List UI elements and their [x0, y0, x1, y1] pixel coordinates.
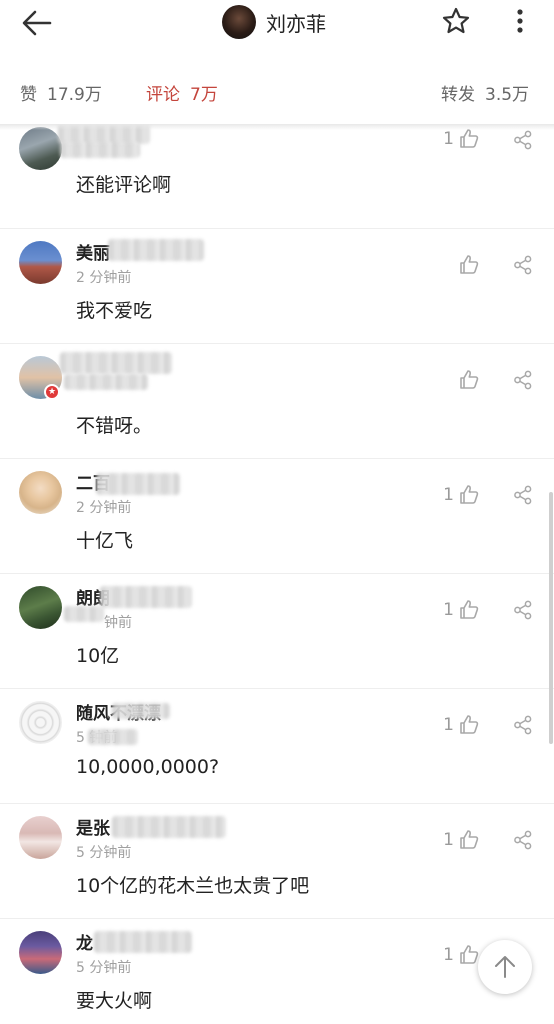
like-button[interactable]: 1 [440, 829, 480, 851]
profile-title[interactable]: 刘亦菲 [222, 4, 326, 40]
blurred-username [64, 374, 148, 390]
tab-likes[interactable]: 赞 17.9万 [20, 80, 102, 105]
more-vertical-icon[interactable] [510, 6, 530, 36]
like-count: 1 [443, 715, 454, 735]
thumbs-up-icon [460, 485, 479, 504]
share-icon[interactable] [513, 600, 533, 620]
like-button[interactable]: 1 [440, 599, 480, 621]
comment-text: 要大火啊 [76, 990, 153, 1012]
avatar[interactable] [19, 127, 62, 170]
comment-text: 10,0000,0000? [76, 756, 220, 778]
avatar[interactable] [19, 586, 62, 629]
like-button[interactable] [440, 254, 480, 276]
comment-text: 不错呀。 [76, 415, 153, 437]
comment-item: 是张 5 分钟前 10个亿的花木兰也太贵了吧 1 [0, 804, 554, 919]
comment-item: 随风不漂漂 5 钟前 10,0000,0000? 1 [0, 689, 554, 804]
like-count: 1 [443, 945, 454, 965]
tab-reposts[interactable]: 转发 3.5万 [441, 80, 529, 105]
comment-item: ★ 不错呀。 [0, 344, 554, 459]
blurred-username [112, 703, 170, 719]
share-icon[interactable] [513, 370, 533, 390]
comment-item: 龙 5 分钟前 要大火啊 1 [0, 919, 554, 1024]
comment-time: 2 分钟前 [76, 270, 132, 286]
tab-likes-count: 17.9万 [47, 85, 102, 105]
star-outline-icon[interactable] [441, 6, 471, 36]
page-title: 刘亦菲 [266, 11, 326, 36]
scrollbar[interactable] [549, 492, 553, 744]
tab-reposts-label: 转发 [441, 85, 475, 105]
avatar[interactable] [19, 471, 62, 514]
comment-item: 二百 2 分钟前 十亿飞 1 [0, 459, 554, 574]
tabs-divider [0, 124, 554, 130]
blurred-username [96, 473, 180, 495]
comment-time: 钟前 [104, 615, 132, 631]
username[interactable]: 美丽 [76, 239, 110, 264]
avatar[interactable] [19, 931, 62, 974]
comment-list[interactable]: 还能评论啊 1 美丽 2 分钟前 我不爱吃 ★ 不错呀。 二百 2 分钟前 十亿… [0, 124, 554, 1024]
comment-time: 5 分钟前 [76, 845, 132, 861]
thumbs-up-icon [460, 830, 479, 849]
share-icon[interactable] [513, 485, 533, 505]
like-count: 1 [443, 830, 454, 850]
thumbs-up-icon [460, 600, 479, 619]
share-icon[interactable] [513, 830, 533, 850]
blurred-username [100, 586, 192, 608]
blurred-username [64, 606, 104, 622]
share-icon[interactable] [513, 715, 533, 735]
comment-time: 5 分钟前 [76, 960, 132, 976]
comment-text: 10个亿的花木兰也太贵了吧 [76, 875, 310, 897]
like-count: 1 [443, 485, 454, 505]
top-bar: 刘亦菲 [0, 0, 554, 46]
thumbs-up-icon [460, 945, 479, 964]
username[interactable]: 龙 [76, 929, 93, 954]
blurred-username [94, 931, 192, 953]
comment-item: 还能评论啊 1 [0, 124, 554, 229]
scroll-to-top-button[interactable] [478, 940, 532, 994]
comment-item: 朗朗 钟前 10亿 1 [0, 574, 554, 689]
comment-text: 还能评论啊 [76, 174, 172, 196]
tab-comments-label: 评论 [146, 85, 180, 105]
comment-text: 我不爱吃 [76, 300, 153, 322]
blurred-username [112, 816, 226, 838]
title-avatar [222, 5, 256, 39]
stats-tabs: 赞 17.9万 评论 7万 转发 3.5万 [0, 46, 554, 124]
blurred-time [88, 729, 138, 745]
arrow-left-icon[interactable] [20, 8, 56, 38]
vip-badge-icon: ★ [44, 384, 60, 400]
tab-comments[interactable]: 评论 7万 [146, 80, 218, 105]
comment-text: 十亿飞 [76, 530, 134, 552]
like-button[interactable]: 1 [440, 484, 480, 506]
tab-comments-count: 7万 [190, 85, 218, 105]
thumbs-up-icon [460, 715, 479, 734]
like-button[interactable]: 1 [440, 128, 480, 150]
username[interactable]: 是张 [76, 814, 110, 839]
comment-item: 美丽 2 分钟前 我不爱吃 [0, 229, 554, 344]
avatar[interactable] [19, 816, 62, 859]
tab-reposts-count: 3.5万 [485, 85, 530, 105]
thumbs-up-icon [460, 370, 479, 389]
like-count: 1 [443, 600, 454, 620]
arrow-up-icon [495, 956, 515, 978]
thumbs-up-icon [460, 255, 479, 274]
blurred-username [60, 352, 172, 374]
like-button[interactable]: 1 [440, 944, 480, 966]
comment-time: 2 分钟前 [76, 500, 132, 516]
avatar[interactable] [19, 241, 62, 284]
comment-text: 10亿 [76, 645, 120, 667]
like-button[interactable]: 1 [440, 714, 480, 736]
share-icon[interactable] [513, 130, 533, 150]
blurred-username [108, 239, 204, 261]
tab-likes-label: 赞 [20, 85, 37, 105]
blurred-username [60, 142, 140, 158]
share-icon[interactable] [513, 255, 533, 275]
thumbs-up-icon [460, 129, 479, 148]
avatar[interactable] [19, 701, 62, 744]
like-button[interactable] [440, 369, 480, 391]
like-count: 1 [443, 129, 454, 149]
